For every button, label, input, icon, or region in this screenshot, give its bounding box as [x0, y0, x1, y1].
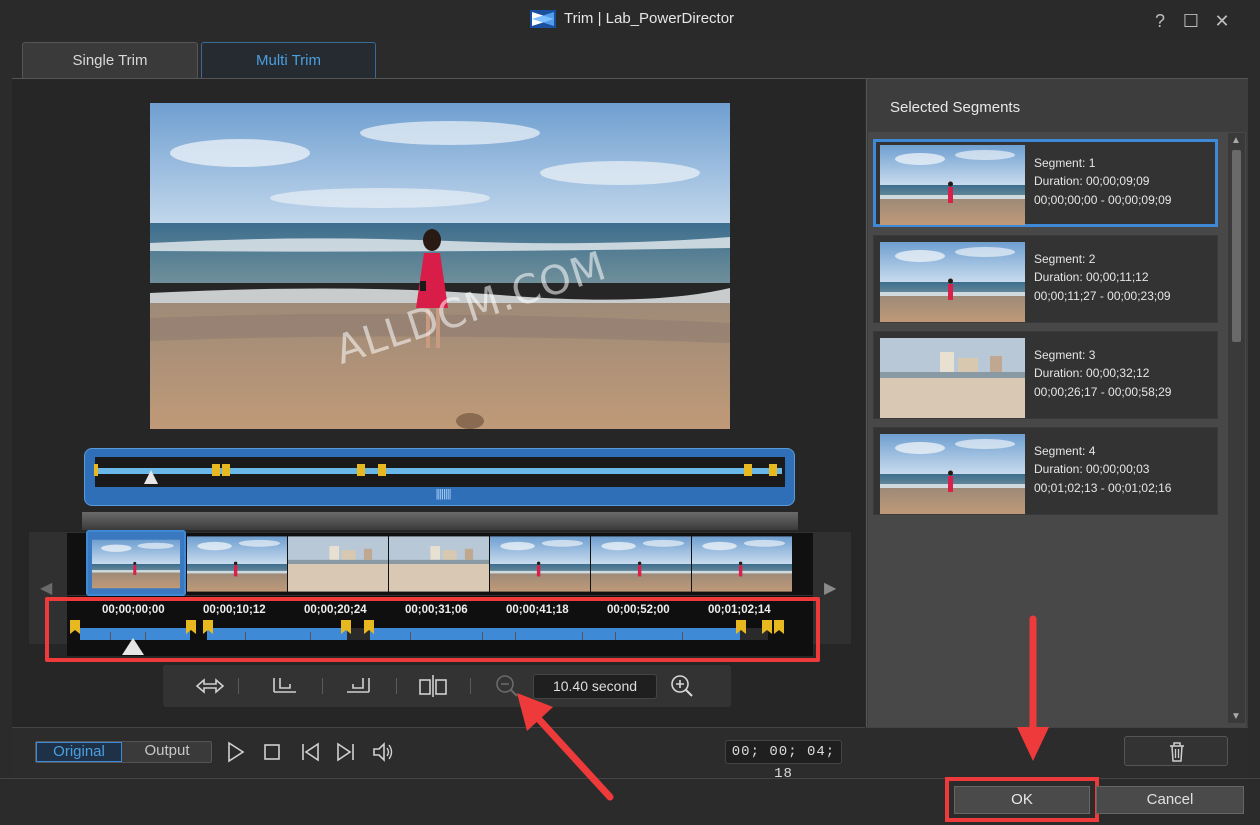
window-title: Trim | Lab_PowerDirector: [564, 10, 735, 27]
current-timecode[interactable]: 00; 00; 04; 18: [725, 740, 842, 782]
original-view-button[interactable]: Original: [36, 742, 122, 762]
annotation-arrow-zoom: [517, 693, 614, 801]
delete-segment-button[interactable]: [1124, 736, 1228, 766]
mark-in-icon[interactable]: [268, 672, 302, 700]
ok-highlight-box: [945, 777, 1099, 822]
film-frame: [92, 539, 180, 589]
film-frame: [692, 536, 792, 592]
mark-in-marker: [357, 464, 365, 476]
volume-icon[interactable]: [371, 740, 395, 764]
film-frame: [389, 536, 489, 592]
mark-out-marker: [769, 464, 777, 476]
film-frame: [591, 536, 691, 592]
zoom-in-icon[interactable]: [665, 672, 699, 700]
toolbar-separator: [322, 678, 323, 694]
segment-thumbnail: [880, 145, 1025, 225]
video-preview: [150, 103, 730, 429]
powerdirector-logo-icon: [530, 10, 556, 28]
overview-drag-handle[interactable]: ||||||||: [425, 488, 461, 500]
filmstrip-frames[interactable]: [92, 536, 792, 592]
toolbar-separator: [238, 678, 239, 694]
previous-frame-icon[interactable]: [298, 740, 322, 764]
segment-card-4[interactable]: Segment: 4 Duration: 00;00;00;03 00;01;0…: [873, 427, 1218, 515]
segment-thumbnail: [880, 338, 1025, 418]
mark-out-icon[interactable]: [341, 672, 375, 700]
overview-separator: [82, 512, 798, 530]
timeline-highlight-box: [45, 597, 820, 662]
play-icon[interactable]: [223, 740, 247, 764]
segment-duration: Duration: 00;00;09;09: [1034, 174, 1150, 188]
tab-single-trim[interactable]: Single Trim: [22, 42, 198, 78]
title-bar: Trim | Lab_PowerDirector ? ☐ ✕: [0, 0, 1260, 40]
segment-name: Segment: 3: [1034, 348, 1096, 362]
segment-range: 00;00;00;00 - 00;00;09;09: [1034, 193, 1172, 207]
segment-thumbnail: [880, 434, 1025, 514]
filmstrip-prev-icon[interactable]: ◀: [40, 578, 52, 598]
segment-card-1[interactable]: Segment: 1 Duration: 00;00;09;09 00;00;0…: [873, 139, 1218, 227]
segment-duration: Duration: 00;00;11;12: [1034, 270, 1149, 284]
filmstrip-next-icon[interactable]: ▶: [824, 578, 836, 598]
segment-name: Segment: 2: [1034, 252, 1096, 266]
overview-markers: [94, 464, 782, 484]
mark-out-marker: [378, 464, 386, 476]
annotation-arrow-ok: [1017, 615, 1049, 761]
scroll-up-icon[interactable]: ▲: [1231, 135, 1241, 146]
snap-to-trim-icon[interactable]: [193, 672, 227, 700]
scroll-down-icon[interactable]: ▼: [1231, 711, 1241, 722]
toolbar-separator: [396, 678, 397, 694]
mark-out-marker: [222, 464, 230, 476]
scrollbar-thumb[interactable]: [1232, 150, 1241, 342]
segments-title: Selected Segments: [890, 99, 1021, 116]
segment-card-2[interactable]: Segment: 2 Duration: 00;00;11;12 00;00;1…: [873, 235, 1218, 323]
segment-name: Segment: 4: [1034, 444, 1096, 458]
cancel-button[interactable]: Cancel: [1096, 786, 1244, 814]
trash-icon: [1170, 742, 1184, 762]
film-frame: [187, 536, 287, 592]
mark-in-marker: [212, 464, 220, 476]
stop-icon[interactable]: [260, 740, 284, 764]
segment-duration: Duration: 00;00;32;12: [1034, 366, 1150, 380]
toolbar-separator: [470, 678, 471, 694]
segment-range: 00;00;11;27 - 00;00;23;09: [1034, 289, 1171, 303]
close-icon[interactable]: ✕: [1211, 10, 1233, 32]
split-icon[interactable]: [416, 672, 450, 700]
film-frame: [490, 536, 590, 592]
segment-range: 00;01;02;13 - 00;01;02;16: [1034, 481, 1172, 495]
segment-range: 00;00;26;17 - 00;00;58;29: [1034, 385, 1172, 399]
next-frame-icon[interactable]: [334, 740, 358, 764]
maximize-icon[interactable]: ☐: [1180, 10, 1202, 32]
output-view-button[interactable]: Output: [123, 742, 211, 762]
tab-multi-trim[interactable]: Multi Trim: [201, 42, 376, 78]
help-icon[interactable]: ?: [1149, 10, 1171, 32]
segment-duration: Duration: 00;00;00;03: [1034, 462, 1150, 476]
segment-card-3[interactable]: Segment: 3 Duration: 00;00;32;12 00;00;2…: [873, 331, 1218, 419]
segment-name: Segment: 1: [1034, 156, 1096, 170]
film-frame: [288, 536, 388, 592]
mark-in-marker: [744, 464, 752, 476]
segment-thumbnail: [880, 242, 1025, 322]
